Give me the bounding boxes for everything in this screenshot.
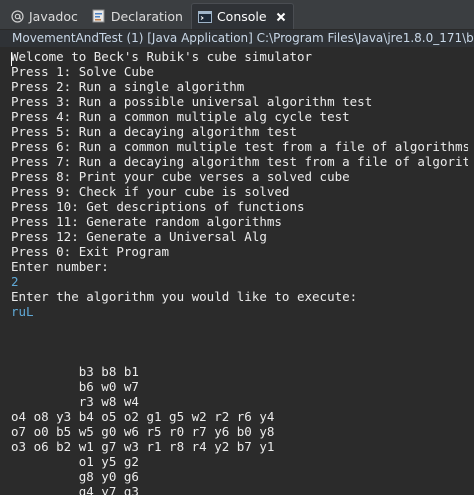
console-output-line: Press 7: Run a decaying algorithm test f…: [11, 154, 474, 169]
console-output-line: g8 y0 g6: [11, 469, 139, 484]
console-lines: Welcome to Beck's Rubik's cube simulator…: [11, 49, 474, 495]
view-tab-bar: Javadoc Declaration Console: [0, 0, 474, 30]
console-output-line: Press 2: Run a single algorithm: [11, 79, 245, 94]
vertical-scrollbar[interactable]: [468, 47, 474, 495]
console-output-line: g4 y7 g3: [11, 484, 139, 495]
console-output-line: Press 11: Generate random algorithms: [11, 214, 282, 229]
console-output-line: Press 10: Get descriptions of functions: [11, 199, 305, 214]
tab-declaration-label: Declaration: [110, 8, 183, 24]
eclipse-console-view: Javadoc Declaration Console MovementAndT…: [0, 0, 474, 495]
tab-console[interactable]: Console: [190, 3, 294, 29]
console-output-line: Enter number:: [11, 259, 109, 274]
tab-declaration[interactable]: Declaration: [86, 3, 189, 29]
console-input-line: 2: [11, 274, 19, 289]
declaration-icon: [92, 9, 106, 23]
tab-javadoc[interactable]: Javadoc: [4, 3, 84, 29]
console-output-line: b3 b8 b1: [11, 364, 139, 379]
console-output-line: Welcome to Beck's Rubik's cube simulator: [11, 49, 313, 64]
at-sign-icon: [10, 9, 24, 23]
console-output-line: Enter the algorithm you would like to ex…: [11, 289, 358, 304]
console-output-line: Press 9: Check if your cube is solved: [11, 184, 290, 199]
console-output-line: o4 o8 y3 b4 o5 o2 g1 g5 w2 r2 r6 y4: [11, 409, 275, 424]
console-output[interactable]: Welcome to Beck's Rubik's cube simulator…: [0, 47, 474, 495]
console-output-line: Press 6: Run a common multiple test from…: [11, 139, 471, 154]
console-output-line: Press 0: Exit Program: [11, 244, 170, 259]
console-output-line: b6 w0 w7: [11, 379, 139, 394]
console-output-line: Press 4: Run a common multiple alg cycle…: [11, 109, 350, 124]
process-launch-info: MovementAndTest (1) [Java Application] C…: [0, 30, 474, 47]
console-output-line: o3 o6 b2 w1 g7 w3 r1 r8 r4 y2 b7 y1: [11, 439, 275, 454]
console-output-line: Press 12: Generate a Universal Alg: [11, 229, 267, 244]
console-output-line: r3 w8 w4: [11, 394, 139, 409]
console-output-line: o7 o0 b5 w5 g0 w6 r5 r0 r7 y6 b0 y8: [11, 424, 275, 439]
close-icon[interactable]: [275, 11, 287, 23]
tab-console-label: Console: [216, 9, 267, 24]
text-caret: [11, 53, 12, 66]
console-output-line: Press 1: Solve Cube: [11, 64, 154, 79]
console-output-line: o1 y5 g2: [11, 454, 139, 469]
tab-javadoc-label: Javadoc: [29, 8, 78, 24]
console-output-line: Press 3: Run a possible universal algori…: [11, 94, 373, 109]
console-icon: [197, 10, 212, 24]
console-input-line: ruL: [11, 304, 34, 319]
console-output-line: Press 8: Print your cube verses a solved…: [11, 169, 350, 184]
console-output-line: Press 5: Run a decaying algorithm test: [11, 124, 297, 139]
